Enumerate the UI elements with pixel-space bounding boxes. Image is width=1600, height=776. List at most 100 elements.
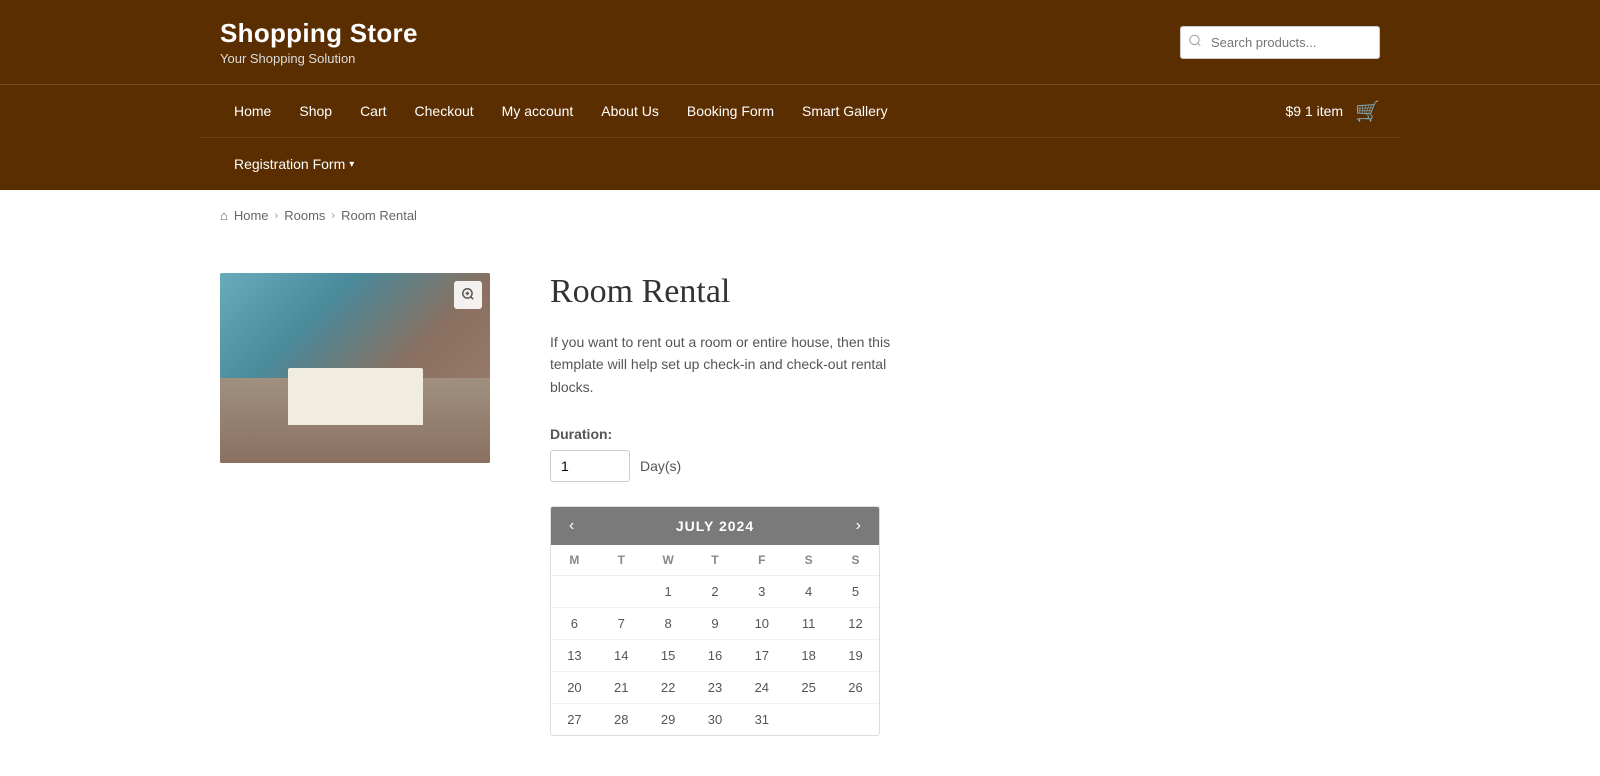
calendar-day[interactable]: 21: [598, 672, 645, 704]
site-branding: Shopping Store Your Shopping Solution: [220, 18, 418, 66]
product-info: Room Rental If you want to rent out a ro…: [550, 273, 1380, 736]
calendar-day[interactable]: 9: [692, 608, 739, 640]
nav-item-about-us[interactable]: About Us: [587, 85, 673, 137]
calendar-day[interactable]: 26: [832, 672, 879, 704]
calendar-day[interactable]: 27: [551, 704, 598, 736]
calendar-day[interactable]: 7: [598, 608, 645, 640]
calendar-week-row: 13141516171819: [551, 640, 879, 672]
home-icon: ⌂: [220, 208, 228, 223]
product-description: If you want to rent out a room or entire…: [550, 331, 930, 398]
calendar-day[interactable]: 11: [785, 608, 832, 640]
calendar-day[interactable]: 10: [738, 608, 785, 640]
product-image-wrap: [220, 273, 490, 463]
site-title: Shopping Store: [220, 18, 418, 49]
calendar-day[interactable]: 28: [598, 704, 645, 736]
nav-item-my-account[interactable]: My account: [488, 85, 588, 137]
cart-price: $9 1 item: [1286, 103, 1344, 119]
calendar-day[interactable]: 1: [645, 576, 692, 608]
main-content: Room Rental If you want to rent out a ro…: [200, 233, 1400, 776]
calendar-week-row: 12345: [551, 576, 879, 608]
nav-item-cart[interactable]: Cart: [346, 85, 400, 137]
calendar-day[interactable]: 13: [551, 640, 598, 672]
calendar-day[interactable]: 29: [645, 704, 692, 736]
search-wrapper: [1180, 26, 1380, 59]
nav-item-shop[interactable]: Shop: [285, 85, 346, 137]
calendar-day: [785, 704, 832, 736]
product-title: Room Rental: [550, 273, 1380, 311]
breadcrumb: ⌂ Home › Rooms › Room Rental: [200, 190, 1400, 233]
calendar-day[interactable]: 5: [832, 576, 879, 608]
secondary-nav: Registration Form ▾: [0, 137, 1600, 190]
weekday-M: M: [551, 545, 598, 576]
calendar-day[interactable]: 24: [738, 672, 785, 704]
calendar-weekdays-row: M T W T F S S: [551, 545, 879, 576]
calendar-day[interactable]: 31: [738, 704, 785, 736]
zoom-button[interactable]: [454, 281, 482, 309]
registration-form-label: Registration Form: [234, 156, 345, 172]
calendar-month-label: JULY 2024: [676, 518, 754, 534]
calendar-day: [551, 576, 598, 608]
calendar-day[interactable]: 15: [645, 640, 692, 672]
calendar-day[interactable]: 6: [551, 608, 598, 640]
calendar-day[interactable]: 23: [692, 672, 739, 704]
search-icon: [1188, 34, 1202, 51]
nav-item-home[interactable]: Home: [220, 85, 285, 137]
product-area: Room Rental If you want to rent out a ro…: [220, 273, 1380, 736]
breadcrumb-sep-1: ›: [275, 210, 279, 222]
calendar-next-button[interactable]: ›: [852, 517, 865, 535]
breadcrumb-home[interactable]: Home: [234, 208, 269, 223]
weekday-T1: T: [598, 545, 645, 576]
weekday-T2: T: [692, 545, 739, 576]
site-tagline: Your Shopping Solution: [220, 51, 418, 66]
weekday-S2: S: [832, 545, 879, 576]
weekday-F: F: [738, 545, 785, 576]
weekday-W: W: [645, 545, 692, 576]
product-image: [220, 273, 490, 463]
nav-item-registration-form[interactable]: Registration Form ▾: [220, 138, 368, 190]
calendar-prev-button[interactable]: ‹: [565, 517, 578, 535]
calendar-day: [832, 704, 879, 736]
site-header: Shopping Store Your Shopping Solution Ho…: [0, 0, 1600, 190]
duration-label: Duration:: [550, 426, 1380, 442]
primary-nav: Home Shop Cart Checkout My account About…: [0, 84, 1600, 137]
calendar-day[interactable]: 3: [738, 576, 785, 608]
calendar-day[interactable]: 25: [785, 672, 832, 704]
calendar-day[interactable]: 18: [785, 640, 832, 672]
calendar: ‹ JULY 2024 › M T W T F S S: [550, 506, 880, 736]
nav-item-checkout[interactable]: Checkout: [401, 85, 488, 137]
breadcrumb-current: Room Rental: [341, 208, 417, 223]
duration-input[interactable]: [550, 450, 630, 482]
cart-price-value: $9: [1286, 103, 1302, 119]
breadcrumb-sep-2: ›: [331, 210, 335, 222]
duration-unit: Day(s): [640, 458, 681, 474]
calendar-day[interactable]: 17: [738, 640, 785, 672]
calendar-header: ‹ JULY 2024 ›: [551, 507, 879, 545]
breadcrumb-rooms[interactable]: Rooms: [284, 208, 325, 223]
calendar-day[interactable]: 20: [551, 672, 598, 704]
calendar-day[interactable]: 30: [692, 704, 739, 736]
calendar-day[interactable]: 12: [832, 608, 879, 640]
calendar-day[interactable]: 14: [598, 640, 645, 672]
calendar-week-row: 2728293031: [551, 704, 879, 736]
calendar-day[interactable]: 8: [645, 608, 692, 640]
calendar-day[interactable]: 22: [645, 672, 692, 704]
calendar-day: [598, 576, 645, 608]
calendar-day[interactable]: 16: [692, 640, 739, 672]
cart-item-count: 1 item: [1305, 103, 1343, 119]
calendar-day[interactable]: 4: [785, 576, 832, 608]
calendar-day[interactable]: 2: [692, 576, 739, 608]
cart-icon[interactable]: 🛒: [1355, 99, 1380, 124]
room-photo: [220, 273, 490, 463]
calendar-grid: M T W T F S S 12345678910111213141516171…: [551, 545, 879, 735]
calendar-week-row: 20212223242526: [551, 672, 879, 704]
duration-row: Day(s): [550, 450, 1380, 482]
nav-item-booking-form[interactable]: Booking Form: [673, 85, 788, 137]
calendar-week-row: 6789101112: [551, 608, 879, 640]
cart-area: $9 1 item 🛒: [1286, 99, 1381, 124]
weekday-S1: S: [785, 545, 832, 576]
zoom-icon: [461, 287, 475, 304]
calendar-day[interactable]: 19: [832, 640, 879, 672]
nav-item-smart-gallery[interactable]: Smart Gallery: [788, 85, 902, 137]
chevron-down-icon: ▾: [349, 159, 354, 170]
search-input[interactable]: [1180, 26, 1380, 59]
